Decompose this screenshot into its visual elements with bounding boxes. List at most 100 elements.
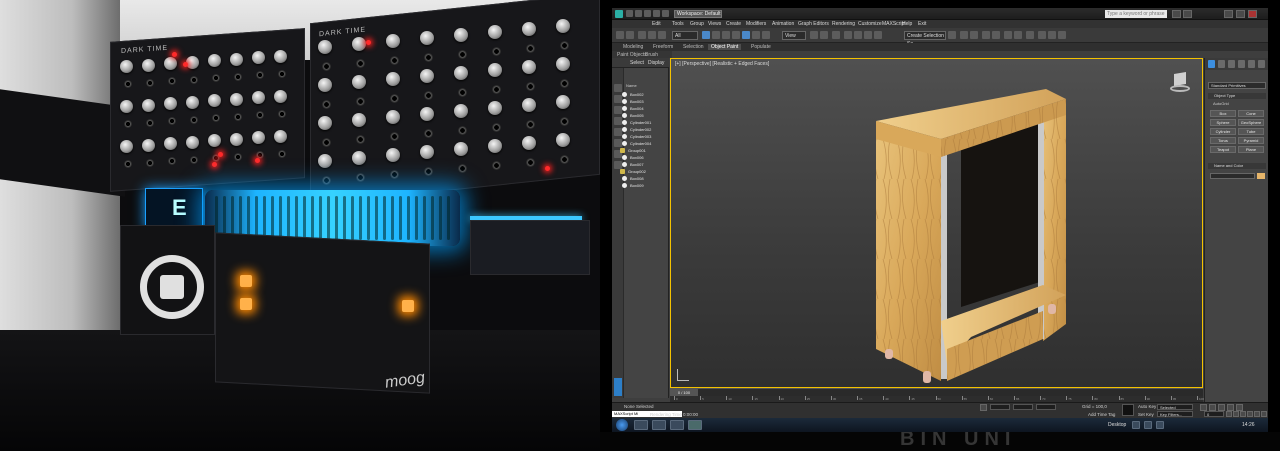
angle-snap-icon[interactable] — [854, 31, 862, 39]
workspace-dropdown[interactable]: Workspace: Default — [674, 10, 722, 18]
panel-hierarchy-icon[interactable] — [1228, 60, 1235, 68]
menu-rendering[interactable]: Rendering — [832, 21, 855, 27]
taskbar-explorer-icon[interactable] — [634, 420, 648, 430]
snap-icon[interactable] — [844, 31, 852, 39]
rotate-icon[interactable] — [752, 31, 760, 39]
menu-edit[interactable]: Edit — [652, 21, 661, 27]
create-cylinder-button[interactable]: Cylinder — [1210, 128, 1236, 135]
redo-icon[interactable] — [626, 31, 634, 39]
menu-create[interactable]: Create — [726, 21, 741, 27]
search-input[interactable]: Type a keyword or phrase — [1105, 10, 1167, 18]
explorer-row[interactable]: Box002 — [622, 91, 668, 98]
coord-y-field[interactable] — [1013, 404, 1033, 410]
render-setup-icon[interactable] — [1038, 31, 1046, 39]
explorer-tool-icon[interactable] — [614, 139, 622, 147]
search-icon[interactable] — [1172, 10, 1181, 18]
menu-tools[interactable]: Tools — [672, 21, 684, 27]
tray-flag-icon[interactable] — [1156, 421, 1164, 429]
go-to-end-icon[interactable] — [1236, 404, 1243, 411]
wooden-rack-model[interactable] — [671, 59, 1204, 389]
render-icon[interactable] — [1058, 31, 1066, 39]
explorer-row[interactable]: Cylinder001 — [622, 119, 668, 126]
explorer-row[interactable]: Box006 — [622, 154, 668, 161]
select-icon[interactable] — [702, 31, 710, 39]
object-type-rollout[interactable]: Object Type — [1208, 93, 1266, 99]
explorer-column-header[interactable]: Name — [626, 83, 637, 88]
percent-snap-icon[interactable] — [864, 31, 872, 39]
selection-filter-dropdown[interactable]: All — [672, 31, 698, 40]
start-button-icon[interactable] — [616, 419, 628, 431]
taskbar-3dsmax-icon[interactable] — [688, 420, 702, 430]
explorer-row[interactable]: Group001 — [620, 147, 666, 154]
layer-icon[interactable] — [982, 31, 990, 39]
object-color-swatch[interactable] — [1257, 173, 1265, 179]
explorer-tool-icon[interactable] — [614, 95, 622, 103]
time-slider[interactable]: 0 / 100 — [670, 388, 1203, 397]
app-icon[interactable] — [615, 10, 623, 18]
lock-selection-icon[interactable] — [980, 404, 987, 411]
autogrid-checkbox[interactable]: AutoGrid — [1213, 101, 1229, 106]
redo-icon[interactable] — [662, 10, 669, 17]
menu-help[interactable]: Help — [902, 21, 912, 27]
create-sphere-button[interactable]: Sphere — [1210, 119, 1236, 126]
taskbar-files-icon[interactable] — [670, 420, 684, 430]
move-icon[interactable] — [742, 31, 750, 39]
save-icon[interactable] — [644, 10, 651, 17]
explorer-row[interactable]: Box009 — [622, 182, 668, 189]
link-icon[interactable] — [638, 31, 646, 39]
create-box-button[interactable]: Box — [1210, 110, 1236, 117]
explorer-row[interactable]: Box007 — [622, 161, 668, 168]
help-icon[interactable] — [1183, 10, 1192, 18]
mirror-icon[interactable] — [960, 31, 968, 39]
explorer-scroll[interactable] — [614, 378, 622, 396]
ribbon-tab-object-paint[interactable]: Object Paint — [708, 44, 742, 50]
explorer-row[interactable]: Group002 — [620, 168, 666, 175]
explorer-tool-icon[interactable] — [614, 128, 622, 136]
rect-select-icon[interactable] — [722, 31, 730, 39]
spinner-snap-icon[interactable] — [874, 31, 882, 39]
explorer-row[interactable]: Box005 — [622, 112, 668, 119]
material-editor-icon[interactable] — [1026, 31, 1034, 39]
create-cone-button[interactable]: Cone — [1238, 110, 1264, 117]
create-teapot-button[interactable]: Teapot — [1210, 146, 1236, 153]
taskbar-media-icon[interactable] — [652, 420, 666, 430]
menu-customize[interactable]: Customize — [858, 21, 882, 27]
set-key-icon[interactable] — [1122, 404, 1134, 416]
desktop-toolbar[interactable]: Desktop — [1108, 422, 1126, 428]
graphite-icon[interactable] — [992, 31, 1000, 39]
minimize-button[interactable] — [1224, 10, 1233, 18]
create-pyramid-button[interactable]: Pyramid — [1238, 137, 1264, 144]
create-plane-button[interactable]: Plane — [1238, 146, 1264, 153]
go-to-start-icon[interactable] — [1200, 404, 1207, 411]
manipulate-icon[interactable] — [820, 31, 828, 39]
explorer-tab-select[interactable]: Select — [630, 60, 644, 66]
align-icon[interactable] — [970, 31, 978, 39]
explorer-row[interactable]: Box004 — [622, 105, 668, 112]
pan-icon[interactable] — [1247, 411, 1253, 417]
primitive-type-dropdown[interactable]: Standard Primitives — [1208, 82, 1266, 89]
explorer-tab-display[interactable]: Display — [648, 60, 664, 66]
window-crossing-icon[interactable] — [732, 31, 740, 39]
keyboard-shortcut-icon[interactable] — [832, 31, 840, 39]
zoom-icon[interactable] — [1226, 411, 1232, 417]
undo-icon[interactable] — [616, 31, 624, 39]
current-frame-field[interactable]: 0 — [1204, 411, 1224, 417]
explorer-tool-icon[interactable] — [614, 117, 622, 125]
field-of-view-icon[interactable] — [1240, 411, 1246, 417]
perspective-viewport[interactable]: [+] [Perspective] [Realistic + Edged Fac… — [670, 58, 1203, 388]
create-torus-button[interactable]: Torus — [1210, 137, 1236, 144]
set-key-button[interactable]: Set Key — [1138, 412, 1154, 417]
create-tube-button[interactable]: Tube — [1238, 128, 1264, 135]
rendered-frame-icon[interactable] — [1048, 31, 1056, 39]
explorer-row[interactable]: Cylinder004 — [622, 140, 668, 147]
coord-x-field[interactable] — [990, 404, 1010, 410]
open-icon[interactable] — [635, 10, 642, 17]
bind-spacewarp-icon[interactable] — [658, 31, 666, 39]
explorer-row[interactable]: Box008 — [622, 175, 668, 182]
schematic-icon[interactable] — [1014, 31, 1022, 39]
edit-named-sel-icon[interactable] — [948, 31, 956, 39]
curve-editor-icon[interactable] — [1004, 31, 1012, 39]
select-by-name-icon[interactable] — [712, 31, 720, 39]
panel-modify-icon[interactable] — [1218, 60, 1225, 68]
menu-group[interactable]: Group — [690, 21, 704, 27]
